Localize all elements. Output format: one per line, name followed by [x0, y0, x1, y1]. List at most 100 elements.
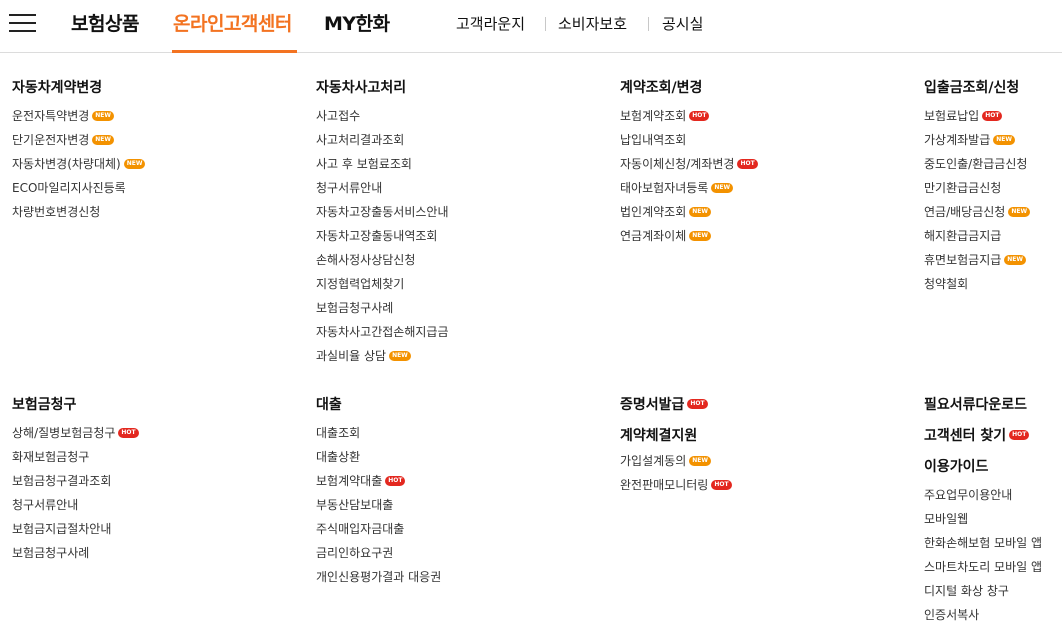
menu-item[interactable]: 디지털 화상 창구	[924, 579, 1042, 603]
hot-badge: HOT	[982, 110, 1003, 121]
menu-item[interactable]: 보험금지급절차안내	[12, 517, 139, 541]
menu-item-label: 주요업무이용안내	[924, 488, 1013, 502]
section-title-find-center[interactable]: 고객센터 찾기 HOT	[924, 426, 1030, 446]
section-title[interactable]: 계약체결지원	[620, 426, 732, 446]
section-title[interactable]: 자동차계약변경	[12, 78, 145, 98]
nav-customer-lounge[interactable]: 고객라운지	[456, 13, 525, 34]
menu-item-label: 청구서류안내	[316, 181, 383, 195]
menu-item-label: 자동차사고간접손해지급금	[316, 325, 449, 339]
menu-item[interactable]: 보험계약대출 HOT	[316, 469, 441, 493]
menu-section-docs-download: 필요서류다운로드	[924, 395, 1027, 415]
menu-item[interactable]: 자동차고장출동서비스안내	[316, 200, 448, 224]
menu-item-label: 모바일웹	[924, 512, 969, 526]
item-list: 가입설계동의 NEW 완전판매모니터링 HOT	[620, 449, 732, 497]
menu-item[interactable]: 사고접수	[316, 104, 448, 128]
section-title-certificate[interactable]: 증명서발급 HOT	[620, 395, 708, 415]
menu-item[interactable]: 자동차고장출동내역조회	[316, 224, 448, 248]
menu-item[interactable]: 단기운전자변경 NEW	[12, 128, 145, 152]
menu-item[interactable]: 청구서류안내	[12, 493, 139, 517]
menu-item[interactable]: 만기환급금신청	[924, 176, 1030, 200]
menu-item-label: 만기환급금신청	[924, 181, 1002, 195]
menu-section-car-accident: 자동차사고처리 사고접수 사고처리결과조회 사고 후 보험료조회청구서류안내자동차고…	[316, 78, 448, 368]
menu-item[interactable]: 손해사정사상담신청	[316, 248, 448, 272]
menu-item[interactable]: 연금/배당금신청 NEW	[924, 200, 1031, 224]
menu-item-label: 자동이체신청/계좌변경	[620, 157, 735, 171]
item-list: 대출조회 대출상환 보험계약대출 HOT 부동산담보대출 주식매입자금대출 금리인하요구권 개…	[316, 421, 441, 589]
section-title[interactable]: 입출금조회/신청	[924, 78, 1030, 98]
nav-online-customer-center[interactable]: 온라인고객센터	[173, 9, 292, 36]
section-title[interactable]: 이용가이드	[924, 457, 1042, 477]
menu-item[interactable]: 차량번호변경신청	[12, 200, 145, 224]
menu-item[interactable]: 자동이체신청/계좌변경 HOT	[620, 152, 758, 176]
menu-item-label: 법인계약조회	[620, 205, 687, 219]
menu-item-label: 인증서복사	[924, 608, 980, 622]
menu-item-label: 보험금청구사례	[316, 301, 394, 315]
menu-item[interactable]: 한화손해보험 모바일 앱	[924, 531, 1042, 555]
menu-item[interactable]: 대출조회	[316, 421, 441, 445]
section-title[interactable]: 대출	[316, 395, 441, 415]
menu-item-label: 과실비율 상담	[316, 349, 387, 363]
menu-item[interactable]: 사고처리결과조회	[316, 128, 448, 152]
menu-item[interactable]: 법인계약조회 NEW	[620, 200, 758, 224]
menu-section-contract-inquiry: 계약조회/변경 보험계약조회 HOT 납입내역조회 자동이체신청/계좌변경 HOT 태아보…	[620, 78, 758, 248]
menu-item[interactable]: 금리인하요구권	[316, 541, 441, 565]
nav-insurance-products[interactable]: 보험상품	[71, 9, 139, 36]
menu-item[interactable]: 부동산담보대출	[316, 493, 441, 517]
menu-item[interactable]: 주식매입자금대출	[316, 517, 441, 541]
menu-item[interactable]: 개인신용평가결과 대응권	[316, 565, 441, 589]
nav-consumer-protection[interactable]: 소비자보호	[558, 13, 627, 34]
section-title[interactable]: 보험금청구	[12, 395, 139, 415]
new-badge: NEW	[123, 158, 146, 169]
menu-item[interactable]: 청약철회	[924, 272, 1030, 296]
menu-item[interactable]: 상해/질병보험금청구 HOT	[12, 421, 139, 445]
hot-badge: HOT	[737, 158, 758, 169]
menu-item[interactable]: 인증서복사	[924, 603, 1042, 627]
section-title[interactable]: 계약조회/변경	[620, 78, 758, 98]
menu-item[interactable]: 청구서류안내	[316, 176, 448, 200]
menu-item-label: 차량번호변경신청	[12, 205, 101, 219]
hot-badge: HOT	[385, 475, 406, 486]
menu-item[interactable]: 지정협력업체찾기	[316, 272, 448, 296]
menu-item[interactable]: 가입설계동의 NEW	[620, 449, 732, 473]
section-title[interactable]: 필요서류다운로드	[924, 395, 1027, 415]
menu-item[interactable]: ECO마일리지사진등록	[12, 176, 145, 200]
nav-disclosure[interactable]: 공시실	[662, 13, 703, 34]
menu-item[interactable]: 화재보험금청구	[12, 445, 139, 469]
menu-item[interactable]: 중도인출/환급금신청	[924, 152, 1030, 176]
nav-my-hanwha[interactable]: MY한화	[324, 9, 390, 36]
menu-item[interactable]: 과실비율 상담 NEW	[316, 344, 448, 368]
menu-item-label: 디지털 화상 창구	[924, 584, 1009, 598]
menu-item[interactable]: 휴면보험금지급 NEW	[924, 248, 1030, 272]
new-badge: NEW	[689, 455, 711, 466]
menu-item[interactable]: 모바일웹	[924, 507, 1042, 531]
item-list: 주요업무이용안내모바일웹한화손해보험 모바일 앱 스마트차도리 모바일 앱디지털 …	[924, 483, 1042, 627]
menu-item[interactable]: 대출상환	[316, 445, 441, 469]
menu-item[interactable]: 스마트차도리 모바일 앱	[924, 555, 1042, 579]
new-badge: NEW	[993, 134, 1015, 145]
menu-item[interactable]: 사고 후 보험료조회	[316, 152, 448, 176]
menu-section-certificate: 증명서발급 HOT	[620, 395, 708, 415]
menu-item[interactable]: 보험금청구사례	[316, 296, 448, 320]
menu-item[interactable]: 완전판매모니터링 HOT	[620, 473, 732, 497]
section-title[interactable]: 자동차사고처리	[316, 78, 448, 98]
menu-item-label: 완전판매모니터링	[620, 478, 709, 492]
menu-item-label: 연금/배당금신청	[924, 205, 1006, 219]
menu-item-label: 청구서류안내	[12, 498, 79, 512]
menu-item[interactable]: 태아보험자녀등록 NEW	[620, 176, 758, 200]
menu-item[interactable]: 가상계좌발급 NEW	[924, 128, 1030, 152]
menu-item[interactable]: 운전자특약변경 NEW	[12, 104, 145, 128]
hamburger-menu-icon[interactable]	[9, 12, 36, 33]
item-list: 운전자특약변경 NEW 단기운전자변경 NEW 자동차변경(차량대체) NEW ECO마일리…	[12, 104, 146, 224]
menu-item[interactable]: 보험금청구사례	[12, 541, 139, 565]
menu-item[interactable]: 연금계좌이체 NEW	[620, 224, 758, 248]
menu-item[interactable]: 자동차변경(차량대체) NEW	[12, 152, 146, 176]
menu-item-label: ECO마일리지사진등록	[12, 181, 126, 195]
menu-item[interactable]: 자동차사고간접손해지급금	[316, 320, 448, 344]
menu-item[interactable]: 해지환급금지급	[924, 224, 1030, 248]
menu-item[interactable]: 납입내역조회	[620, 128, 758, 152]
menu-item[interactable]: 보험금청구결과조회	[12, 469, 139, 493]
menu-item-label: 손해사정사상담신청	[316, 253, 416, 267]
menu-item[interactable]: 보험료납입 HOT	[924, 104, 1030, 128]
menu-item[interactable]: 주요업무이용안내	[924, 483, 1042, 507]
menu-item[interactable]: 보험계약조회 HOT	[620, 104, 758, 128]
